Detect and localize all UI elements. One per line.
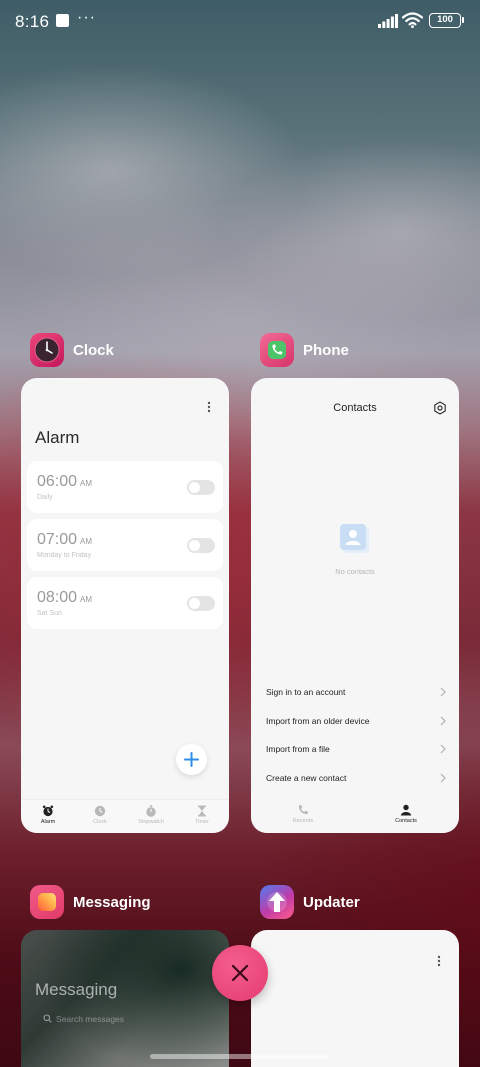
updater-app-card[interactable]	[251, 930, 459, 1067]
plus-icon	[184, 752, 199, 767]
alarm-toggle[interactable]	[187, 538, 215, 553]
search-placeholder: Search messages	[56, 1014, 125, 1024]
add-alarm-button[interactable]	[176, 744, 207, 775]
tab-label: Recents	[292, 818, 314, 824]
chevron-right-icon	[440, 716, 446, 726]
alarm-toggle[interactable]	[187, 596, 215, 611]
tab-label: Contacts	[395, 818, 417, 824]
tab-label: Alarm	[40, 819, 56, 825]
alarm-repeat: Monday to Friday	[37, 552, 92, 559]
alarm-time: 08:00 AM	[37, 589, 93, 606]
messaging-app-icon[interactable]	[30, 885, 64, 919]
status-bar: 8:16 ··· 100	[0, 0, 480, 44]
app-header-messaging[interactable]: Messaging	[30, 885, 170, 921]
tab-stopwatch[interactable]: Stopwatch	[125, 805, 177, 825]
tab-label: Stopwatch	[138, 819, 164, 825]
app-name-updater: Updater	[303, 894, 360, 911]
tab-label: Clock	[93, 819, 107, 825]
more-options-icon[interactable]	[203, 400, 215, 414]
app-name-phone: Phone	[303, 342, 349, 359]
more-options-icon[interactable]	[433, 954, 445, 968]
clock-app-card[interactable]: Alarm 06:00 AM Daily 07:00 AM Monday to Fr…	[21, 378, 229, 833]
tab-alarm[interactable]: Alarm	[22, 805, 74, 825]
close-icon	[231, 964, 249, 982]
person-icon	[400, 804, 412, 816]
home-indicator[interactable]	[150, 1054, 330, 1059]
phone-app-card[interactable]: Contacts No contacts Sign in to an accou…	[251, 378, 459, 833]
alarm-item[interactable]: 08:00 AM Sat Sun	[27, 577, 223, 629]
notification-square-icon	[56, 14, 69, 27]
tab-recents[interactable]: Recents	[277, 804, 329, 824]
updater-app-icon[interactable]	[260, 885, 294, 919]
phone-app-icon[interactable]	[260, 333, 294, 367]
chevron-right-icon	[440, 773, 446, 783]
status-time: 8:16	[15, 12, 50, 31]
no-contacts-label: No contacts	[335, 567, 375, 576]
more-notifications-icon: ···	[77, 9, 96, 26]
signal-icon	[378, 14, 398, 28]
alarm-toggle[interactable]	[187, 480, 215, 495]
app-header-phone[interactable]: Phone	[260, 333, 380, 369]
messaging-screen-title: Messaging	[35, 980, 118, 999]
app-name-clock: Clock	[73, 342, 114, 359]
alarm-time: 07:00 AM	[37, 531, 93, 548]
menu-item-import-file[interactable]: Import from a file	[266, 742, 446, 760]
clock-screen-title: Alarm	[35, 428, 80, 447]
alarm-item[interactable]: 07:00 AM Monday to Friday	[27, 519, 223, 571]
alarm-item[interactable]: 06:00 AM Daily	[27, 461, 223, 513]
phone-bottom-nav: Recents Contacts	[251, 799, 459, 833]
messaging-app-card[interactable]: Messaging Search messages	[21, 930, 229, 1067]
tab-label: Timer	[195, 819, 209, 825]
chevron-right-icon	[440, 687, 446, 697]
tab-clock[interactable]: Clock	[74, 805, 126, 825]
app-header-updater[interactable]: Updater	[260, 885, 390, 921]
clock-app-icon[interactable]	[30, 333, 64, 367]
tab-contacts[interactable]: Contacts	[380, 804, 432, 824]
phone-icon	[298, 805, 308, 815]
app-header-clock[interactable]: Clock	[30, 333, 150, 369]
menu-item-sign-in[interactable]: Sign in to an account	[266, 685, 446, 703]
alarm-time: 06:00 AM	[37, 473, 93, 490]
search-icon	[43, 1014, 52, 1023]
clock-icon	[94, 805, 106, 817]
search-messages-field[interactable]: Search messages	[43, 1014, 124, 1024]
menu-item-create-contact[interactable]: Create a new contact	[266, 771, 446, 789]
app-name-messaging: Messaging	[73, 894, 151, 911]
battery-level: 100	[437, 14, 453, 25]
settings-icon[interactable]	[433, 401, 447, 415]
alarm-repeat: Sat Sun	[37, 610, 62, 617]
alarm-repeat: Daily	[37, 494, 53, 501]
contact-card-icon	[340, 524, 369, 553]
clock-bottom-nav: Alarm Clock Stopwatch Timer	[21, 799, 229, 833]
contacts-title: Contacts	[333, 402, 377, 414]
menu-item-import-older-device[interactable]: Import from an older device	[266, 714, 446, 732]
menu-label: Import from an older device	[266, 716, 370, 726]
menu-label: Sign in to an account	[266, 687, 346, 697]
alarm-icon	[42, 805, 54, 817]
menu-label: Import from a file	[266, 744, 330, 754]
hourglass-icon	[198, 805, 206, 817]
menu-label: Create a new contact	[266, 773, 347, 783]
battery-icon: 100	[429, 13, 464, 28]
stopwatch-icon	[146, 805, 156, 817]
wifi-icon	[402, 12, 423, 28]
tab-timer[interactable]: Timer	[176, 805, 228, 825]
chevron-right-icon	[440, 744, 446, 754]
clear-all-button[interactable]	[212, 945, 268, 1001]
